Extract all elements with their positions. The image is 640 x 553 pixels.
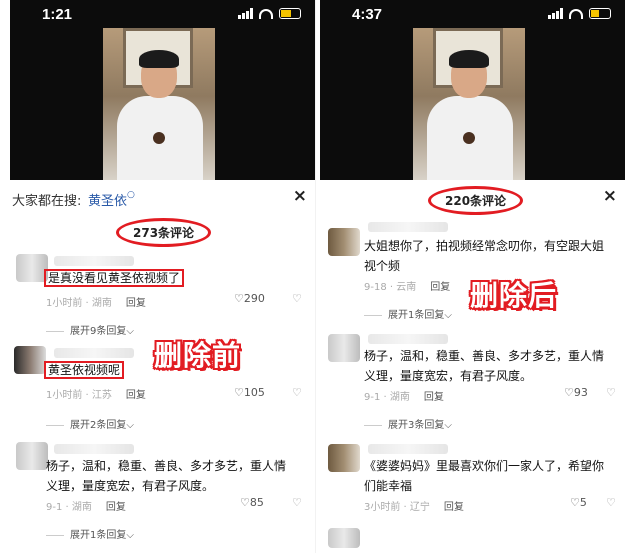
like-button[interactable]: ♡290 (234, 292, 265, 305)
like-count: 290 (243, 292, 265, 305)
dislike-icon[interactable]: ♡ (606, 496, 616, 509)
expand-replies[interactable]: 展开2条回复⌵ (46, 416, 134, 431)
avatar[interactable] (14, 346, 46, 374)
reply-button[interactable]: 回复 (126, 298, 146, 309)
video-thumbnail[interactable] (413, 28, 525, 180)
like-count: 85 (249, 496, 264, 509)
after-screenshot: 4:37 × 220条评论 大姐想你了，拍视频经常念叨你，有空跟大姐 视个频 9-… (320, 0, 625, 553)
status-bar: 4:37 (320, 0, 625, 28)
status-bar: 1:21 (10, 0, 315, 28)
chevron-down-icon: ⌵ (444, 420, 452, 431)
username-blurred[interactable] (54, 256, 134, 266)
battery-icon (589, 8, 611, 19)
username-blurred[interactable] (54, 348, 134, 358)
dislike-icon[interactable]: ♡ (292, 292, 302, 305)
heart-icon: ♡ (570, 496, 580, 509)
comment-text-line: 视个频 (364, 259, 401, 273)
username-blurred[interactable] (54, 444, 134, 454)
wifi-icon (569, 8, 583, 19)
comment-text-line: 们能幸福 (364, 479, 413, 493)
comment-text-line: 杨子，温和，稳重、善良、多才多艺，重人情 (46, 459, 287, 473)
wifi-icon (259, 8, 273, 19)
like-button[interactable]: ♡105 (234, 386, 265, 399)
comment-meta: 9-18 · 云南 (364, 282, 417, 293)
dislike-icon[interactable]: ♡ (292, 496, 302, 509)
signal-icon (548, 8, 563, 19)
signal-icon (238, 8, 253, 19)
comment-text-line: 杨子，温和，稳重、善良、多才多艺，重人情 (364, 349, 605, 363)
reply-button[interactable]: 回复 (126, 390, 146, 401)
like-button[interactable]: ♡85 (240, 496, 264, 509)
comment-text: 是真没看见黄圣依视频了 (44, 269, 185, 287)
video-thumbnail[interactable] (103, 28, 215, 180)
like-button[interactable]: ♡93 (564, 386, 588, 399)
reply-button[interactable]: 回复 (430, 282, 450, 293)
comment-meta: 9-1 · 湖南 (364, 392, 410, 403)
like-button[interactable]: ♡5 (570, 496, 587, 509)
like-count: 105 (243, 386, 265, 399)
magnifier-icon: ○ (127, 190, 135, 200)
search-suggestion-link[interactable]: 黄圣依○ (88, 190, 135, 209)
like-count: 93 (573, 386, 588, 399)
chevron-down-icon: ⌵ (126, 420, 134, 431)
battery-charging-icon (279, 8, 301, 19)
comment-meta: 1小时前 · 江苏 (46, 390, 112, 401)
comment-text: 黄圣依视频呢 (44, 361, 125, 379)
dislike-icon[interactable]: ♡ (606, 386, 616, 399)
close-icon[interactable]: × (293, 186, 307, 206)
comment-meta: 9-1 · 湖南 (46, 502, 92, 513)
video-area[interactable]: 4:37 (320, 0, 625, 180)
expand-replies[interactable]: 展开1条回复⌵ (46, 526, 134, 541)
annotation-label: 删除后 (470, 279, 558, 312)
avatar[interactable] (16, 442, 48, 470)
username-blurred[interactable] (368, 444, 448, 454)
search-label: 大家都在搜: (12, 194, 82, 209)
expand-replies[interactable]: 展开9条回复⌵ (46, 322, 134, 337)
comment-meta: 1小时前 · 湖南 (46, 298, 112, 309)
heart-icon: ♡ (234, 386, 244, 399)
expand-replies[interactable]: 展开1条回复⌵ (364, 306, 452, 321)
dislike-icon[interactable]: ♡ (292, 386, 302, 399)
comment-text-line: 《婆婆妈妈》里最喜欢你们一家人了，希望你 (364, 459, 605, 473)
status-time: 1:21 (42, 6, 73, 23)
video-area[interactable]: 1:21 (10, 0, 315, 180)
reply-button[interactable]: 回复 (106, 502, 126, 513)
search-suggestion-bar: 大家都在搜: 黄圣依○ × (10, 186, 315, 212)
comment-text-line: 义理，量度宽宏，有君子风度。 (46, 479, 215, 493)
close-icon[interactable]: × (603, 186, 617, 206)
before-screenshot: 1:21 大家都在搜: 黄圣依○ × 273条评论 是真没看见黄圣依视频了 1小… (10, 0, 315, 553)
annotation-label: 删除前 (154, 339, 242, 372)
username-blurred[interactable] (368, 334, 448, 344)
heart-icon: ♡ (240, 496, 250, 509)
like-count: 5 (579, 496, 587, 509)
username-blurred[interactable] (368, 222, 448, 232)
heart-icon: ♡ (234, 292, 244, 305)
reply-button[interactable]: 回复 (444, 502, 464, 513)
reply-button[interactable]: 回复 (424, 392, 444, 403)
comment-count: 220条评论 (428, 186, 524, 215)
chevron-down-icon: ⌵ (126, 326, 134, 337)
chevron-down-icon: ⌵ (126, 530, 134, 541)
comment-meta: 3小时前 · 辽宁 (364, 502, 430, 513)
expand-replies[interactable]: 展开3条回复⌵ (364, 416, 452, 431)
status-time: 4:37 (352, 6, 383, 23)
comment-text-line: 大姐想你了，拍视频经常念叨你，有空跟大姐 (364, 239, 605, 253)
chevron-down-icon: ⌵ (444, 310, 452, 321)
comment-count: 273条评论 (116, 218, 212, 247)
avatar[interactable] (328, 444, 360, 472)
comment-text-line: 义理，量度宽宏，有君子风度。 (364, 369, 533, 383)
avatar[interactable] (328, 228, 360, 256)
avatar[interactable] (328, 334, 360, 362)
heart-icon: ♡ (564, 386, 574, 399)
avatar[interactable] (328, 528, 360, 548)
